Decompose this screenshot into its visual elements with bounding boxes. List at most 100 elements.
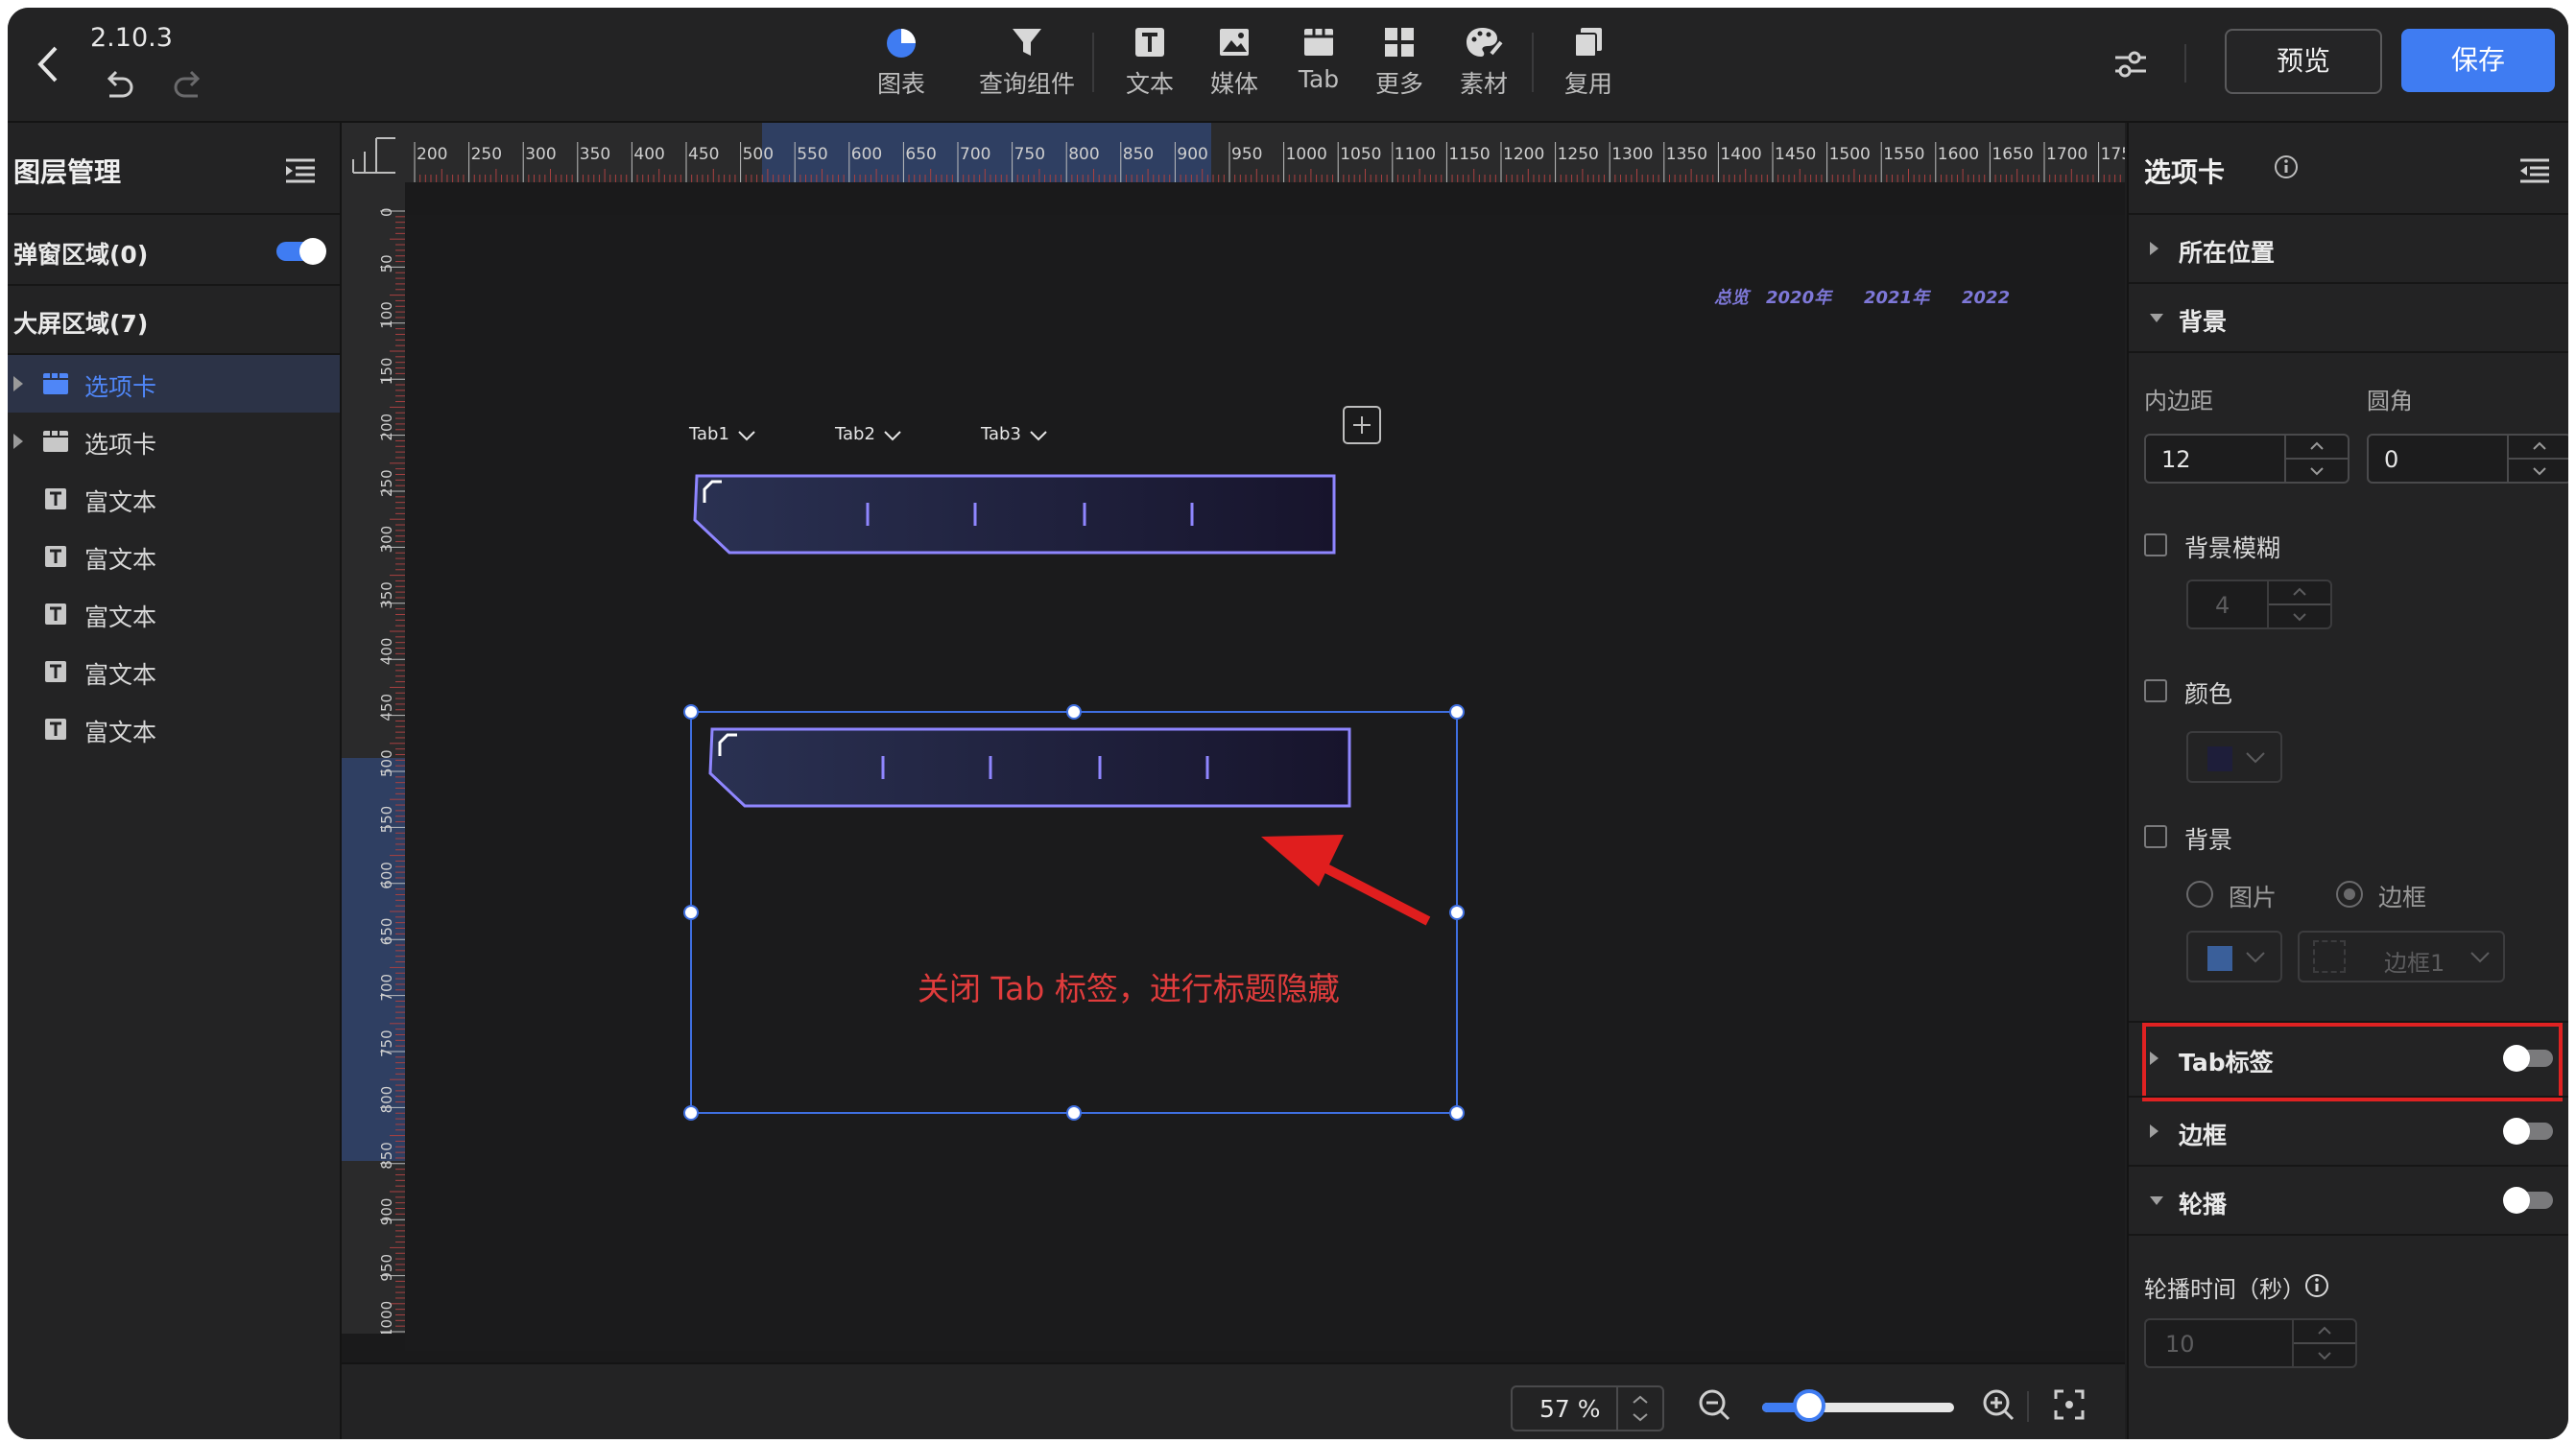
bg-blur-stepper[interactable] <box>2267 581 2330 627</box>
undo-icon[interactable] <box>100 69 136 104</box>
redo-icon[interactable] <box>171 69 207 104</box>
back-icon[interactable] <box>29 40 67 88</box>
tab-header-3[interactable]: Tab3 <box>980 424 1021 444</box>
section-position[interactable]: 所在位置 <box>2129 215 2568 282</box>
ruler-tick-label: 1500 <box>1829 145 1871 164</box>
ruler-tick-label: 700 <box>960 145 990 164</box>
fit-screen-icon[interactable] <box>2052 1387 2087 1422</box>
resize-handle[interactable] <box>683 905 699 920</box>
ruler-tick-label: 150 <box>378 358 395 386</box>
carousel-toggle[interactable] <box>2503 1187 2553 1214</box>
tab-widget-top[interactable] <box>693 474 1336 555</box>
radius-input[interactable]: 0 <box>2367 434 2568 484</box>
border-toggle[interactable] <box>2503 1118 2553 1145</box>
add-tab-button[interactable] <box>1343 406 1381 444</box>
top-tab-2021[interactable]: 2021年 <box>1864 288 1932 308</box>
tool-assets[interactable]: 素材 <box>1455 25 1513 111</box>
layer-item[interactable]: 富文本 <box>8 528 340 585</box>
expand-caret-icon[interactable] <box>13 376 23 391</box>
resize-handle[interactable] <box>1066 704 1082 720</box>
layer-item[interactable]: 选项卡 <box>8 413 340 470</box>
resize-handle[interactable] <box>683 1105 699 1121</box>
info-icon[interactable] <box>2303 1272 2330 1299</box>
zoom-out-icon[interactable] <box>1697 1387 1731 1422</box>
popup-area-toggle[interactable] <box>276 238 326 265</box>
zoom-input[interactable]: 57 % <box>1511 1385 1664 1431</box>
design-stage[interactable]: 总览 2020年 2021年 2022 Tab1 Tab2 Tab3 关闭 Ta… <box>405 215 2125 1351</box>
tab-header-2[interactable]: Tab2 <box>834 424 875 444</box>
background-label: 背景 <box>2184 826 2233 854</box>
horizontal-ruler[interactable]: 200 250 300 350 400 450 500 550 600 650 700 750 800 8… <box>407 123 2125 182</box>
expand-caret-icon[interactable] <box>13 434 23 449</box>
layer-label: 选项卡 <box>84 373 157 401</box>
top-tab-2020[interactable]: 2020年 <box>1766 288 1834 308</box>
popup-area-row: 弹窗区域(0) <box>8 215 340 284</box>
padding-stepper[interactable] <box>2284 436 2348 482</box>
tab-header-1[interactable]: Tab1 <box>688 424 729 444</box>
resize-handle[interactable] <box>1449 905 1465 920</box>
radius-stepper[interactable] <box>2507 436 2568 482</box>
layer-item[interactable]: 选项卡 <box>8 355 340 413</box>
preview-button[interactable]: 预览 <box>2225 29 2382 94</box>
section-carousel[interactable]: 轮播 <box>2129 1167 2568 1234</box>
layer-item[interactable]: 富文本 <box>8 470 340 528</box>
resize-handle[interactable] <box>1449 1105 1465 1121</box>
tab-widget-selected[interactable] <box>708 727 1351 808</box>
bg-blur-input[interactable]: 4 <box>2186 580 2332 629</box>
tab-icon <box>1304 29 1333 56</box>
tool-chart[interactable]: 图表 <box>862 25 941 111</box>
ruler-tick-label: 350 <box>378 581 395 609</box>
resize-handle[interactable] <box>1449 704 1465 720</box>
bg-image-radio[interactable] <box>2186 881 2213 908</box>
top-tab-overview[interactable]: 总览 <box>1714 288 1752 308</box>
layer-item[interactable]: 富文本 <box>8 585 340 643</box>
section-background[interactable]: 背景 <box>2129 284 2568 351</box>
panel-menu-icon[interactable] <box>2518 157 2551 184</box>
grid-icon <box>1385 28 1414 57</box>
ruler-tick-label: 350 <box>580 145 610 164</box>
carousel-time-input[interactable]: 10 <box>2144 1318 2357 1368</box>
tool-more[interactable]: 更多 <box>1371 25 1428 111</box>
layer-item[interactable]: 富文本 <box>8 700 340 758</box>
zoom-stepper[interactable] <box>1616 1387 1662 1430</box>
property-panel-title: 选项卡 <box>2144 156 2226 188</box>
rich-text-icon <box>45 719 66 740</box>
resize-handle[interactable] <box>683 704 699 720</box>
chevron-down-icon <box>738 431 755 441</box>
vertical-ruler[interactable]: 0 50 100 150 200 250 300 350 400 450 500 550 600 650 7… <box>342 182 405 1334</box>
ruler-tick-label: 1450 <box>1775 145 1816 164</box>
zoom-slider[interactable] <box>1762 1389 1954 1422</box>
zoom-in-icon[interactable] <box>1981 1387 2015 1422</box>
annotation-text: 关闭 Tab 标签，进行标题隐藏 <box>918 970 1340 1007</box>
bg-blur-checkbox[interactable] <box>2144 533 2167 556</box>
collapse-menu-icon[interactable] <box>284 157 317 184</box>
bg-color-picker[interactable] <box>2186 931 2282 982</box>
border-style-select[interactable]: 边框1 <box>2298 931 2505 982</box>
ruler-tick-label: 500 <box>378 749 395 777</box>
settings-sliders-icon[interactable] <box>2111 46 2150 83</box>
color-picker[interactable] <box>2186 731 2282 783</box>
color-checkbox[interactable] <box>2144 679 2167 702</box>
carousel-time-stepper[interactable] <box>2292 1320 2355 1366</box>
save-button[interactable]: 保存 <box>2401 29 2555 92</box>
ruler-tick-label: 1250 <box>1558 145 1599 164</box>
tool-text[interactable]: 文本 <box>1121 25 1179 111</box>
top-tab-2022[interactable]: 2022 <box>1962 288 2010 308</box>
layer-item[interactable]: 富文本 <box>8 643 340 700</box>
tool-query[interactable]: 查询组件 <box>973 25 1081 111</box>
chevron-down-icon <box>2246 752 2265 764</box>
ruler-tick-label: 750 <box>378 1029 395 1057</box>
radius-value: 0 <box>2384 446 2399 473</box>
padding-input[interactable]: 12 <box>2144 434 2349 484</box>
info-icon[interactable] <box>2273 154 2300 180</box>
expand-arrow-icon <box>2150 242 2159 255</box>
background-checkbox[interactable] <box>2144 825 2167 848</box>
tool-reuse[interactable]: 复用 <box>1559 25 1618 111</box>
ruler-tick-label: 950 <box>378 1254 395 1282</box>
section-border[interactable]: 边框 <box>2129 1098 2568 1165</box>
tool-tab[interactable]: Tab <box>1290 25 1348 111</box>
bg-border-radio[interactable] <box>2336 881 2363 908</box>
zoom-slider-handle[interactable] <box>1793 1389 1825 1422</box>
resize-handle[interactable] <box>1066 1105 1082 1121</box>
tool-media[interactable]: 媒体 <box>1205 25 1263 111</box>
